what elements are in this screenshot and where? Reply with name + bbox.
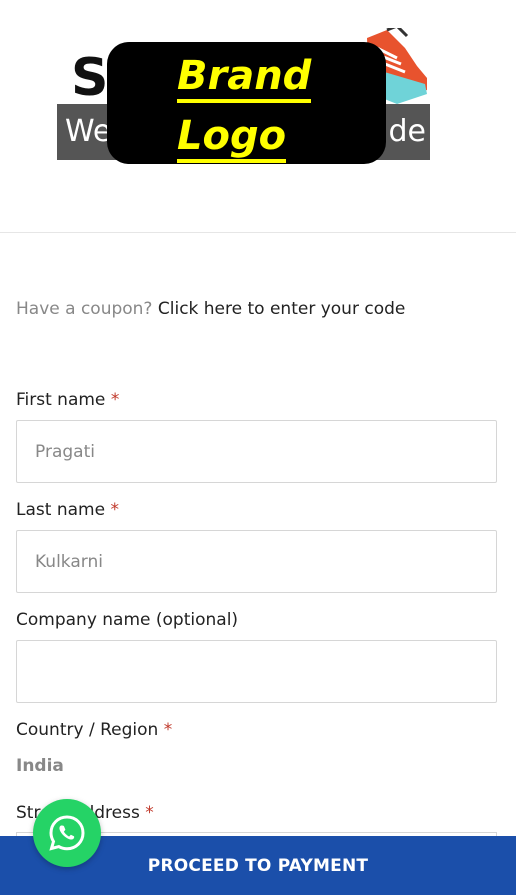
brand-logo-text: Brand Logo <box>177 46 377 166</box>
site-header: S We ide Brand Logo <box>0 0 516 233</box>
country-value: India <box>16 756 64 776</box>
company-field[interactable] <box>16 640 497 703</box>
logo-letter: S <box>71 48 109 108</box>
coupon-question: Have a coupon? <box>16 299 153 319</box>
required-marker: * <box>145 803 154 823</box>
company-label-text: Company name (optional) <box>16 610 239 630</box>
last-name-label: Last name * <box>16 500 119 520</box>
first-name-label-text: First name <box>16 390 106 410</box>
last-name-label-text: Last name <box>16 500 106 520</box>
whatsapp-icon <box>49 815 85 851</box>
required-marker: * <box>110 500 119 520</box>
logo-band-right-text: ide <box>380 114 426 149</box>
brand-logo-overlay: Brand Logo <box>107 42 386 164</box>
country-label: Country / Region * <box>16 720 172 740</box>
last-name-field[interactable] <box>16 530 497 593</box>
coupon-link[interactable]: Click here to enter your code <box>158 299 405 319</box>
whatsapp-chat-button[interactable] <box>33 799 101 867</box>
logo-band-left-text: We <box>65 114 112 149</box>
brand-logo-line2: Logo <box>177 113 287 163</box>
coupon-notice: Have a coupon? Click here to enter your … <box>16 299 405 319</box>
first-name-field[interactable] <box>16 420 497 483</box>
brand-logo-line1: Brand <box>177 53 312 103</box>
required-marker: * <box>110 390 120 410</box>
required-marker: * <box>163 720 173 740</box>
company-label: Company name (optional) <box>16 610 238 630</box>
first-name-label: First name * <box>16 390 119 410</box>
country-label-text: Country / Region <box>16 720 159 740</box>
